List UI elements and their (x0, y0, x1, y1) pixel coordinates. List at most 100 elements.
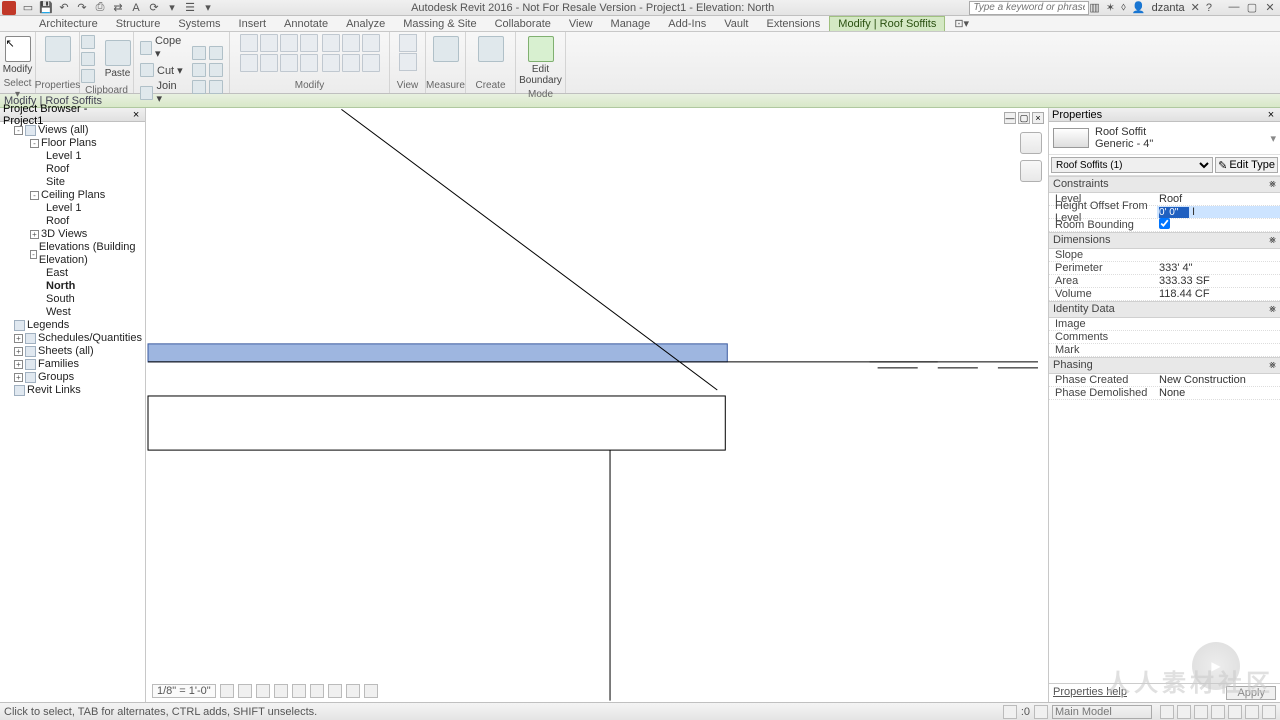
move-icon[interactable] (240, 34, 258, 52)
tab-massing-site[interactable]: Massing & Site (394, 16, 485, 31)
tree-node[interactable]: Revit Links (2, 384, 143, 397)
prop-row[interactable]: Area333.33 SF (1049, 275, 1280, 288)
undo-icon[interactable]: ↶ (56, 1, 72, 15)
properties-help-link[interactable]: Properties help (1053, 686, 1127, 700)
geom-icon-1[interactable] (190, 45, 225, 61)
prop-value[interactable]: 118.44 CF (1157, 288, 1280, 300)
tree-node[interactable]: Level 1 (2, 202, 143, 215)
view-list-icon[interactable]: ☰ (182, 1, 198, 15)
tree-node[interactable]: +Schedules/Quantities (2, 332, 143, 345)
tree-node[interactable]: Legends (2, 319, 143, 332)
offset-icon[interactable] (260, 54, 278, 72)
tree-node[interactable]: Roof (2, 215, 143, 228)
mirror-icon[interactable] (240, 54, 258, 72)
hide-isolate-icon[interactable] (328, 684, 342, 698)
crop-region-icon[interactable] (310, 684, 324, 698)
tab-annotate[interactable]: Annotate (275, 16, 337, 31)
selection-filter-icon[interactable] (1160, 705, 1174, 719)
prop-row[interactable]: Perimeter333' 4" (1049, 262, 1280, 275)
tree-node[interactable]: East (2, 267, 143, 280)
open-icon[interactable]: ▭ (20, 1, 36, 15)
sun-path-icon[interactable] (256, 684, 270, 698)
rotate-icon[interactable] (280, 34, 298, 52)
pin-icon[interactable] (342, 34, 360, 52)
tree-node[interactable]: -Views (all) (2, 124, 143, 137)
prop-row[interactable]: Phase CreatedNew Construction (1049, 374, 1280, 387)
nav-wheel-icon[interactable] (1020, 132, 1042, 154)
expand-icon[interactable]: - (30, 139, 39, 148)
user-icon[interactable]: 👤 (1132, 1, 1146, 14)
prop-group-header[interactable]: Constraints⨳ (1049, 176, 1280, 193)
qat-menu-icon[interactable]: ▾ (200, 1, 216, 15)
workset-combo[interactable]: Main Model (1052, 705, 1152, 719)
search-input[interactable] (969, 1, 1089, 15)
prop-group-header[interactable]: Phasing⨳ (1049, 357, 1280, 374)
subscription-icon[interactable]: ▥ (1089, 1, 1099, 14)
select-underlay-icon[interactable] (1194, 705, 1208, 719)
view-icon-2[interactable] (399, 53, 417, 71)
user-name[interactable]: dzanta (1152, 2, 1185, 14)
apply-button[interactable]: Apply (1226, 686, 1276, 700)
save-icon[interactable]: 💾 (38, 1, 54, 15)
print-icon[interactable]: ⎙ (92, 1, 108, 15)
tab-manage[interactable]: Manage (602, 16, 660, 31)
prop-value[interactable]: Roof (1157, 193, 1280, 205)
help-icon[interactable]: ? (1206, 2, 1212, 14)
prop-value[interactable]: I (1157, 206, 1280, 218)
measure-button[interactable] (429, 34, 463, 64)
prop-row[interactable]: Image (1049, 318, 1280, 331)
prop-row[interactable]: Room Bounding (1049, 219, 1280, 232)
cut-clipboard-button[interactable] (79, 34, 97, 50)
extend-icon[interactable] (362, 54, 380, 72)
tab-collaborate[interactable]: Collaborate (486, 16, 560, 31)
expand-icon[interactable]: + (14, 347, 23, 356)
instance-selector[interactable]: Roof Soffits (1) (1051, 157, 1213, 173)
array-icon[interactable] (300, 54, 318, 72)
split-icon[interactable] (280, 54, 298, 72)
restore-view-icon[interactable]: ▢ (1018, 112, 1030, 124)
properties-button[interactable] (41, 34, 75, 64)
view-icon-1[interactable] (399, 34, 417, 52)
redo-icon[interactable]: ↷ (74, 1, 90, 15)
tab-modify-roof-soffits[interactable]: Modify | Roof Soffits (829, 16, 945, 31)
signin-icon[interactable]: ⬨ (1121, 1, 1126, 14)
select-face-icon[interactable] (1228, 705, 1242, 719)
prop-checkbox[interactable] (1159, 218, 1170, 229)
prop-value[interactable]: 333.33 SF (1157, 275, 1280, 287)
prop-group-header[interactable]: Dimensions⨳ (1049, 232, 1280, 249)
cope-button[interactable]: Cope ▾ (138, 34, 186, 61)
text-icon[interactable]: A (128, 1, 144, 15)
status-icon-1[interactable] (1003, 705, 1017, 719)
visual-style-icon[interactable] (238, 684, 252, 698)
expand-icon[interactable]: + (14, 373, 23, 382)
tree-node[interactable]: Roof (2, 163, 143, 176)
tree-node[interactable]: North (2, 280, 143, 293)
align-icon[interactable] (322, 34, 340, 52)
close-view-icon[interactable]: × (1032, 112, 1044, 124)
minimize-view-icon[interactable]: — (1004, 112, 1016, 124)
prop-row[interactable]: Volume118.44 CF (1049, 288, 1280, 301)
tab-analyze[interactable]: Analyze (337, 16, 394, 31)
scale-icon[interactable] (362, 34, 380, 52)
prop-row[interactable]: Comments (1049, 331, 1280, 344)
tab-insert[interactable]: Insert (230, 16, 276, 31)
tab-overflow[interactable]: ⊡▾ (945, 15, 978, 31)
project-browser-close-icon[interactable]: × (130, 109, 142, 121)
shadows-icon[interactable] (274, 684, 288, 698)
select-pinned-icon[interactable] (1211, 705, 1225, 719)
prop-value[interactable]: None (1157, 387, 1280, 399)
prop-value[interactable]: New Construction (1157, 374, 1280, 386)
filter-count-icon[interactable] (1262, 705, 1276, 719)
tree-node[interactable]: -Floor Plans (2, 137, 143, 150)
tree-node[interactable]: Level 1 (2, 150, 143, 163)
detail-level-icon[interactable] (220, 684, 234, 698)
drag-elements-icon[interactable] (1245, 705, 1259, 719)
paste-button[interactable]: Paste (101, 38, 135, 81)
worksharing-icon[interactable] (364, 684, 378, 698)
nav-home-icon[interactable] (1020, 160, 1042, 182)
cut-geom-button[interactable]: Cut ▾ (138, 62, 186, 78)
expand-icon[interactable]: - (30, 250, 37, 259)
view-scale[interactable]: 1/8" = 1'-0" (152, 684, 216, 698)
tree-node[interactable]: +Families (2, 358, 143, 371)
type-selector[interactable]: Roof Soffit Generic - 4" ▾ (1049, 122, 1280, 155)
